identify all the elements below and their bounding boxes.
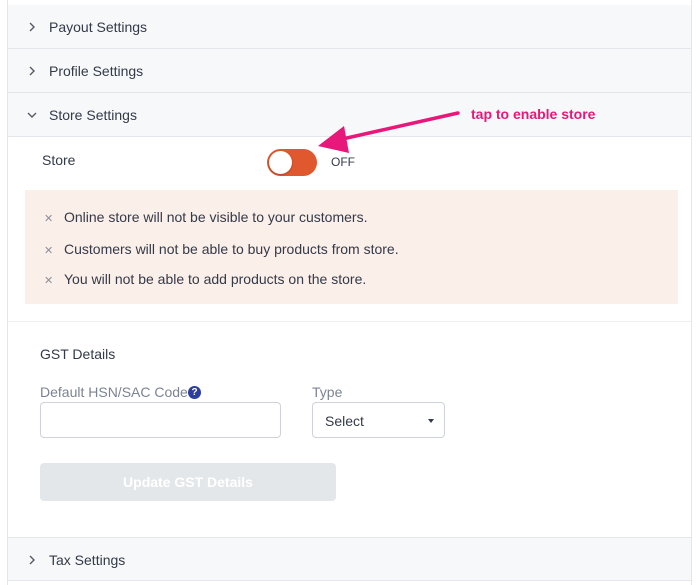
type-label: Type	[312, 384, 343, 400]
toggle-knob	[269, 151, 292, 174]
accordion-profile-settings[interactable]: Profile Settings	[8, 49, 691, 93]
accordion-tax-settings[interactable]: Tax Settings	[8, 537, 691, 581]
accordion-title: Profile Settings	[49, 63, 144, 79]
chevron-down-icon	[27, 112, 37, 118]
chevron-right-icon	[29, 555, 35, 565]
type-selected-value: Select	[325, 413, 364, 429]
close-icon: ✕	[44, 275, 54, 287]
update-gst-details-button[interactable]: Update GST Details	[40, 463, 336, 501]
info-item: ✕ You will not be able to add products on…	[44, 271, 367, 287]
caret-down-icon	[428, 419, 434, 423]
hsn-code-input[interactable]	[40, 402, 281, 438]
help-icon[interactable]: ?	[188, 386, 201, 399]
accordion-title: Payout Settings	[49, 19, 148, 35]
gst-details-title: GST Details	[40, 346, 116, 362]
divider	[8, 321, 691, 322]
store-disabled-info: ✕ Online store will not be visible to you…	[25, 190, 678, 304]
chevron-right-icon	[29, 22, 35, 32]
settings-panel: Payout Settings Profile Settings Store S…	[7, 0, 692, 585]
info-item: ✕ Customers will not be able to buy produ…	[44, 241, 399, 257]
store-toggle[interactable]	[267, 149, 317, 176]
close-icon: ✕	[44, 213, 54, 225]
close-icon: ✕	[44, 245, 54, 257]
annotation-text: tap to enable store	[471, 106, 596, 122]
info-item: ✕ Online store will not be visible to you…	[44, 209, 368, 225]
hsn-code-label: Default HSN/SAC Code	[40, 384, 188, 400]
accordion-title: Tax Settings	[49, 552, 126, 568]
toggle-state-label: OFF	[331, 155, 355, 169]
accordion-payout-settings[interactable]: Payout Settings	[8, 5, 691, 49]
accordion-title: Store Settings	[49, 107, 137, 123]
type-select[interactable]: Select	[312, 402, 445, 438]
chevron-right-icon	[29, 66, 35, 76]
store-label: Store	[42, 152, 76, 168]
